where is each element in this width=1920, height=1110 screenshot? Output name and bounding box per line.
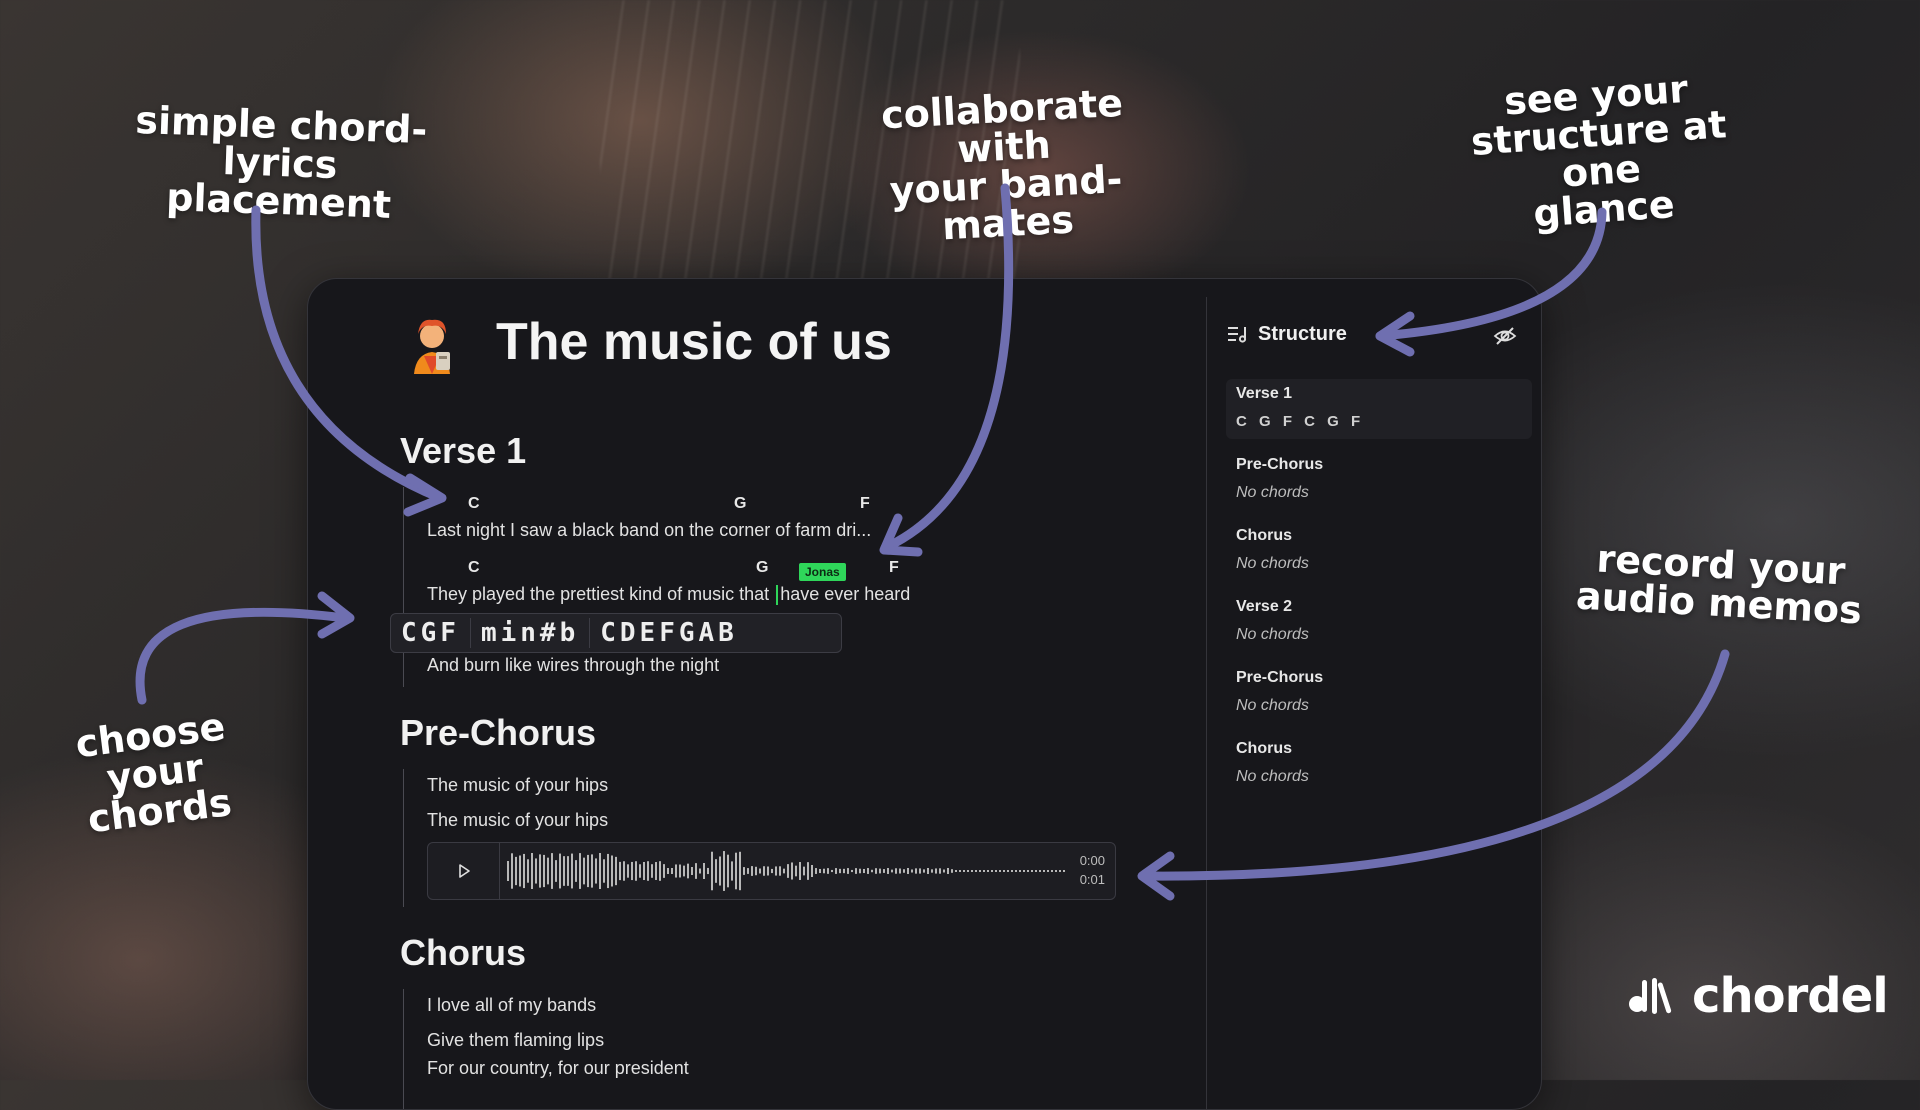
structure-item-chords: C G F C G F	[1236, 413, 1365, 430]
song-editor-window: The music of us Verse 1 C G F Last night…	[307, 278, 1542, 1110]
sidebar-divider	[1206, 297, 1207, 1109]
structure-item-name: Pre-Chorus	[1236, 456, 1324, 473]
annotation-audio-memos: record your audio memos	[1568, 537, 1872, 633]
chord[interactable]: G	[734, 495, 746, 513]
chord[interactable]: G	[756, 559, 768, 577]
structure-item-verse-2[interactable]: Verse 2 No chords	[1226, 592, 1532, 652]
structure-item-name: Verse 2	[1236, 598, 1293, 615]
lyric-line[interactable]: They played the prettiest kind of music …	[427, 583, 911, 606]
section-bar	[403, 989, 404, 1109]
collaborator-tag: Jonas	[799, 563, 846, 581]
structure-header: Structure	[1226, 319, 1347, 349]
structure-item-name: Chorus	[1236, 527, 1292, 544]
section-bar	[403, 769, 404, 907]
structure-item-name: Verse 1	[1236, 385, 1293, 402]
lyric-line[interactable]: Give them flaming lips	[427, 1029, 604, 1051]
audio-duration: 0:01	[1079, 872, 1105, 887]
brand-logo: chordel	[1628, 966, 1889, 1026]
song-title[interactable]: The music of us	[496, 311, 892, 373]
annotation-line: your band-mates	[888, 156, 1124, 249]
structure-item-name: Chorus	[1236, 740, 1292, 757]
lyric-line[interactable]: Last night I saw a black band on the cor…	[427, 519, 871, 541]
lyric-line[interactable]: I love all of my bands	[427, 994, 596, 1016]
structure-item-chords: No chords	[1236, 555, 1309, 572]
brand-name: chordel	[1692, 968, 1889, 1024]
structure-item-pre-chorus[interactable]: Pre-Chorus No chords	[1226, 663, 1532, 723]
chord-picker-recent[interactable]: CGF	[391, 618, 470, 648]
lyric-line[interactable]: The music of your hips	[427, 774, 608, 796]
structure-title: Structure	[1258, 322, 1347, 345]
play-icon	[458, 864, 470, 878]
singer-emoji-icon[interactable]	[406, 316, 458, 376]
structure-item-chorus[interactable]: Chorus No chords	[1226, 734, 1532, 794]
chord-picker[interactable]: CGF min#b CDEFGAB	[390, 613, 842, 653]
structure-item-verse-1[interactable]: Verse 1 C G F C G F	[1226, 379, 1532, 439]
structure-item-name: Pre-Chorus	[1236, 669, 1324, 686]
chord[interactable]: F	[860, 495, 870, 513]
annotation-collaborate: collaborate with your band-mates	[841, 81, 1169, 251]
structure-item-pre-chorus[interactable]: Pre-Chorus No chords	[1226, 450, 1532, 510]
audio-current-time: 0:00	[1079, 853, 1105, 868]
chord[interactable]: C	[468, 495, 480, 513]
audio-memo-player[interactable]: 0:00 0:01	[427, 842, 1116, 900]
section-heading-pre-chorus[interactable]: Pre-Chorus	[400, 711, 596, 755]
structure-list-icon	[1228, 327, 1247, 343]
section-bar	[403, 487, 404, 687]
lyric-line[interactable]: And burn like wires through the night	[427, 654, 719, 676]
lyric-segment: have ever heard	[780, 584, 911, 604]
lyric-line[interactable]: For our country, for our president	[427, 1057, 689, 1079]
structure-item-chords: No chords	[1236, 697, 1309, 714]
structure-item-chords: No chords	[1236, 626, 1309, 643]
annotation-chord-lyrics: simple chord- lyrics placement	[113, 98, 447, 227]
section-heading-verse-1[interactable]: Verse 1	[400, 429, 526, 473]
structure-item-chords: No chords	[1236, 768, 1309, 785]
audio-waveform[interactable]	[506, 849, 1066, 893]
annotation-structure: see your structure at one glance	[1435, 65, 1765, 239]
chordel-logo-icon	[1629, 978, 1672, 1014]
structure-item-chorus[interactable]: Chorus No chords	[1226, 521, 1532, 581]
annotation-choose-chords: choose your chords	[24, 701, 286, 845]
lyric-line[interactable]: The music of your hips	[427, 809, 608, 831]
eye-off-icon[interactable]	[1493, 324, 1517, 348]
chord[interactable]: F	[889, 559, 899, 577]
annotation-line: lyrics placement	[165, 139, 392, 227]
structure-item-chords: No chords	[1236, 484, 1309, 501]
play-button[interactable]	[428, 843, 500, 899]
lyric-segment: They played the prettiest kind of music …	[427, 584, 775, 604]
chord-picker-roots[interactable]: CDEFGAB	[590, 618, 748, 648]
chord[interactable]: C	[468, 559, 480, 577]
chord-picker-modifiers[interactable]: min#b	[471, 618, 589, 648]
collaborator-cursor	[776, 585, 779, 606]
section-heading-chorus[interactable]: Chorus	[400, 931, 526, 975]
